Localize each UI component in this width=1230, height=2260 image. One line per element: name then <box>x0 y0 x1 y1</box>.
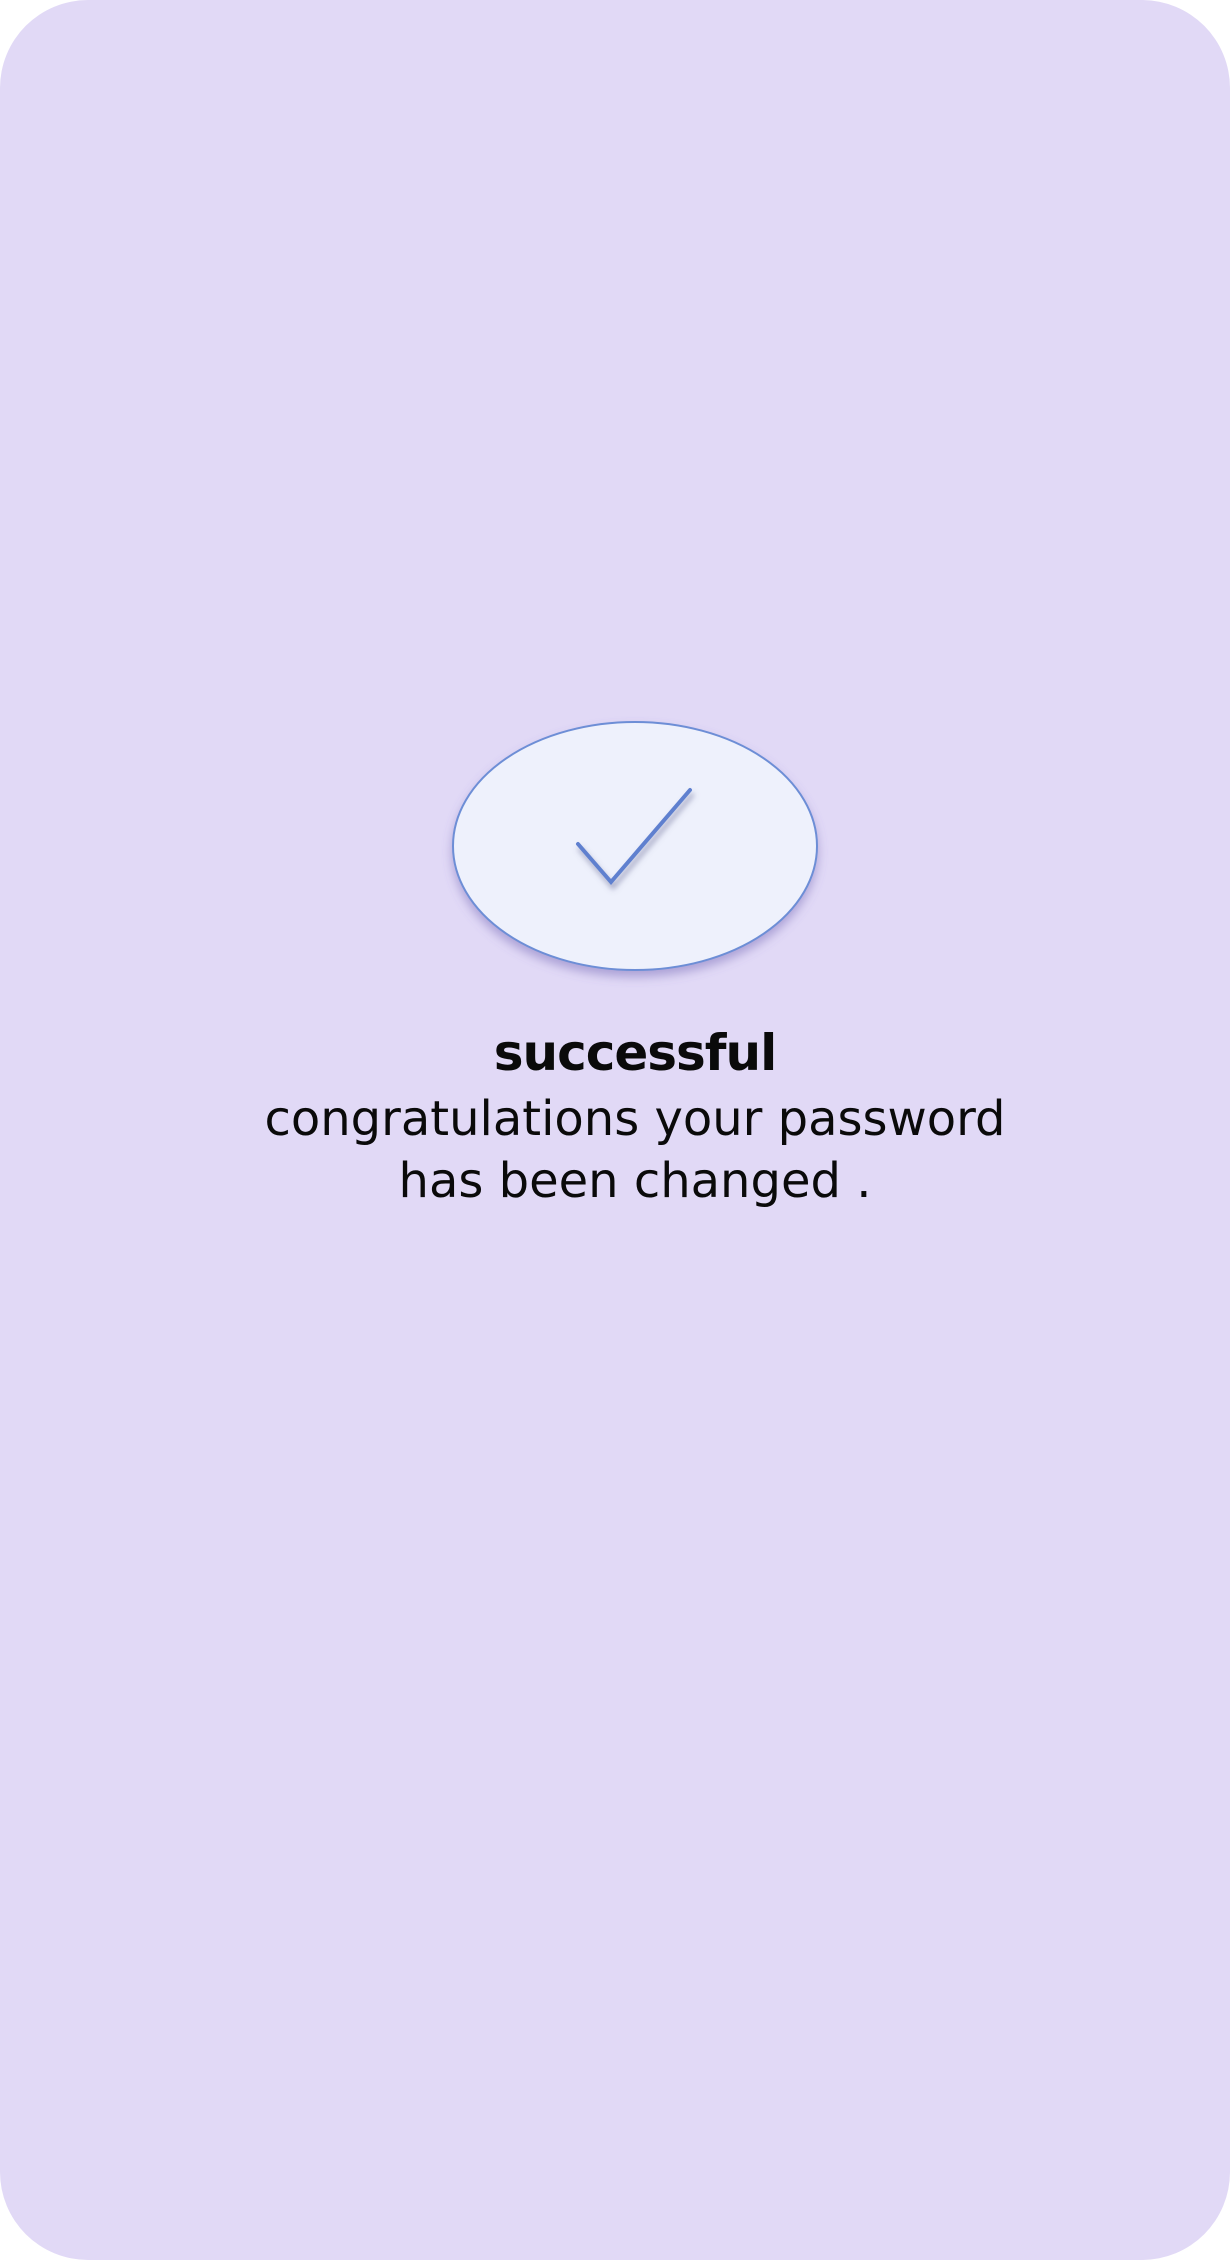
success-description-line-1: congratulations your password <box>264 1091 1006 1147</box>
success-description: congratulations your password has been c… <box>0 1088 1230 1212</box>
success-message: successful congratulations your password… <box>0 1018 1230 1212</box>
checkmark-icon <box>452 721 818 971</box>
success-description-line-2: has been changed . <box>398 1153 872 1209</box>
success-badge <box>452 720 818 972</box>
success-screen: successful congratulations your password… <box>0 0 1230 2260</box>
success-title: successful <box>493 1024 778 1082</box>
